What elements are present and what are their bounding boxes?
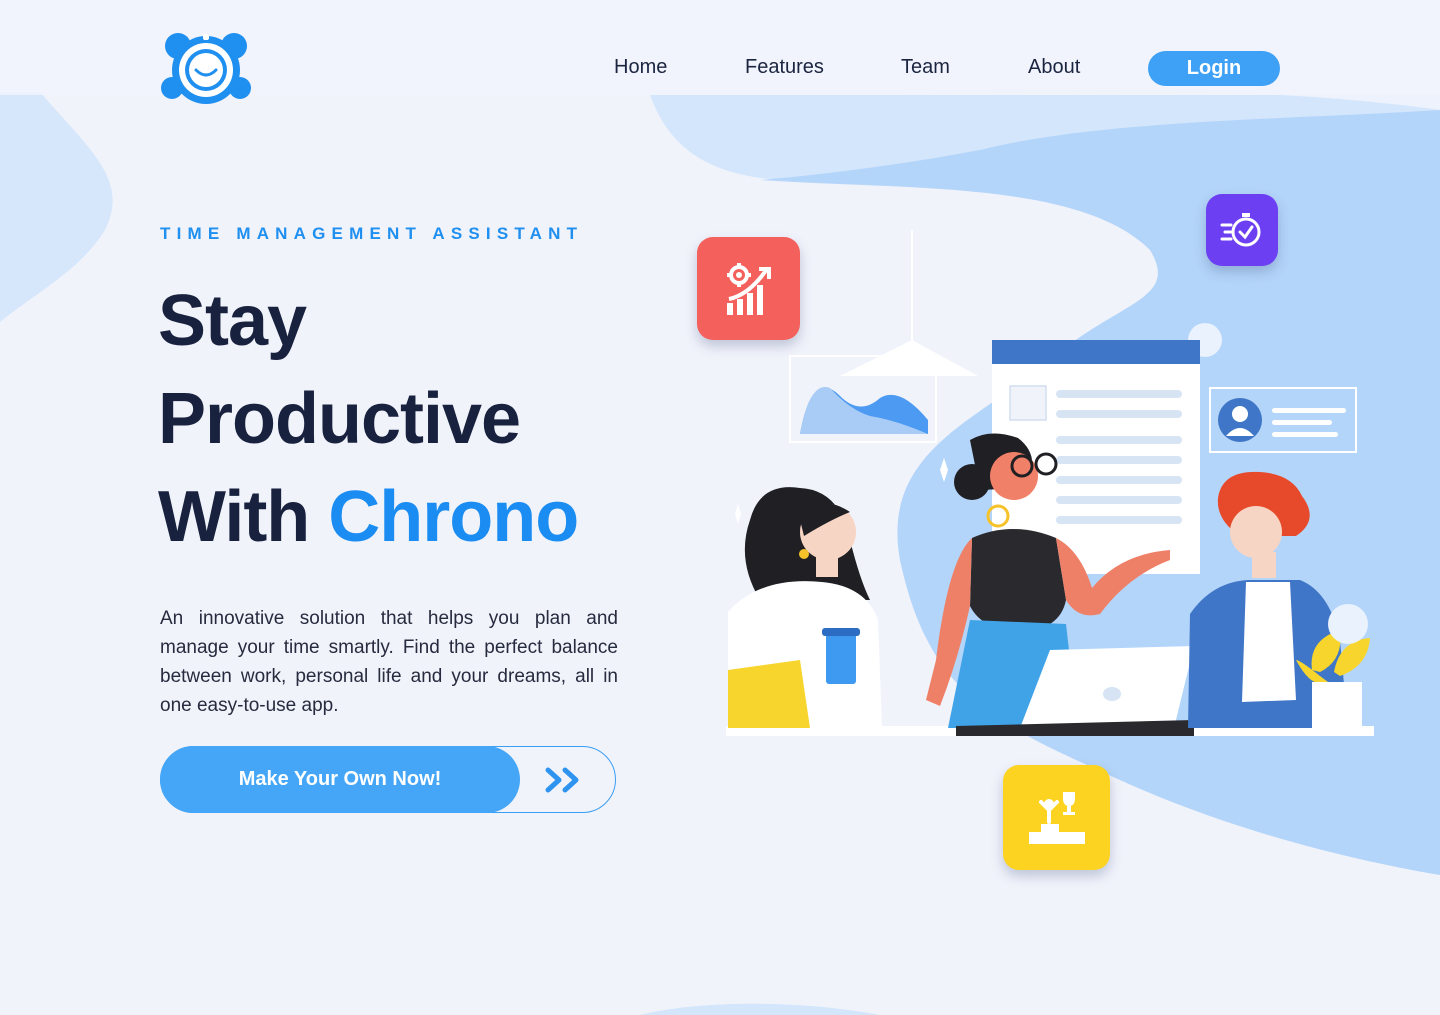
brand-logo[interactable] bbox=[158, 30, 254, 108]
nav-link-home[interactable]: Home bbox=[614, 56, 667, 79]
alarm-clock-icon bbox=[161, 33, 251, 104]
stopwatch-tile bbox=[1206, 194, 1278, 266]
fast-stopwatch-check-icon bbox=[1220, 213, 1261, 247]
nav-link-features[interactable]: Features bbox=[745, 56, 824, 79]
make-your-own-button[interactable]: Make Your Own Now! bbox=[160, 746, 520, 813]
login-button[interactable]: Login bbox=[1148, 51, 1280, 86]
double-chevron-right-icon bbox=[545, 767, 579, 793]
winner-podium-trophy-icon bbox=[1028, 791, 1085, 844]
growth-chart-gear-icon bbox=[726, 262, 771, 315]
headline-line-1: Stay bbox=[158, 281, 307, 361]
cta-button-group[interactable]: Make Your Own Now! bbox=[160, 746, 616, 813]
hero-description: An innovative solution that helps you pl… bbox=[160, 608, 618, 716]
hero-headline: Stay Productive With Chrono bbox=[158, 272, 579, 566]
headline-line-3-prefix: With bbox=[158, 477, 329, 557]
headline-line-2: Productive bbox=[158, 379, 521, 459]
growth-chart-tile bbox=[697, 237, 800, 340]
nav-link-about[interactable]: About bbox=[1028, 56, 1080, 79]
team-meeting-illustration bbox=[726, 230, 1374, 736]
hero-eyebrow: TIME MANAGEMENT ASSISTANT bbox=[160, 224, 584, 243]
headline-brand-name: Chrono bbox=[328, 477, 579, 557]
winner-tile bbox=[1003, 765, 1110, 870]
nav-link-team[interactable]: Team bbox=[901, 56, 950, 79]
headline-line-3: With Chrono bbox=[158, 468, 579, 566]
